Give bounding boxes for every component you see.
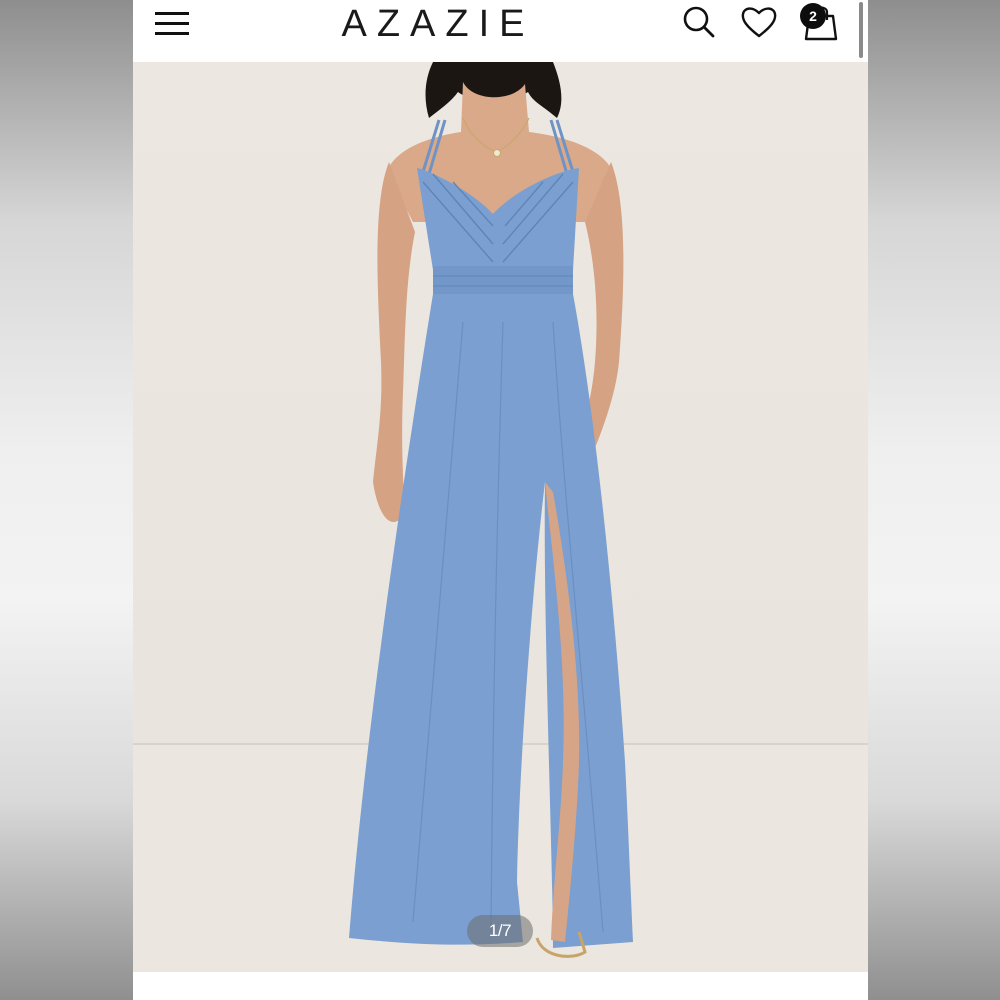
phone-screen: AZAZIE 2 1/7 bbox=[133, 0, 868, 1000]
menu-icon[interactable] bbox=[153, 8, 191, 38]
top-header: AZAZIE 2 bbox=[133, 0, 868, 62]
brand-logo[interactable]: AZAZIE bbox=[313, 2, 563, 46]
model-in-blue-gown bbox=[133, 62, 868, 972]
image-counter: 1/7 bbox=[467, 915, 533, 947]
search-icon[interactable] bbox=[681, 4, 717, 40]
bottom-strip bbox=[133, 972, 868, 1000]
cart-count-badge[interactable]: 2 bbox=[800, 3, 826, 29]
scrollbar[interactable] bbox=[859, 2, 863, 58]
heart-icon[interactable] bbox=[740, 4, 778, 40]
product-image[interactable]: 1/7 bbox=[133, 62, 868, 972]
